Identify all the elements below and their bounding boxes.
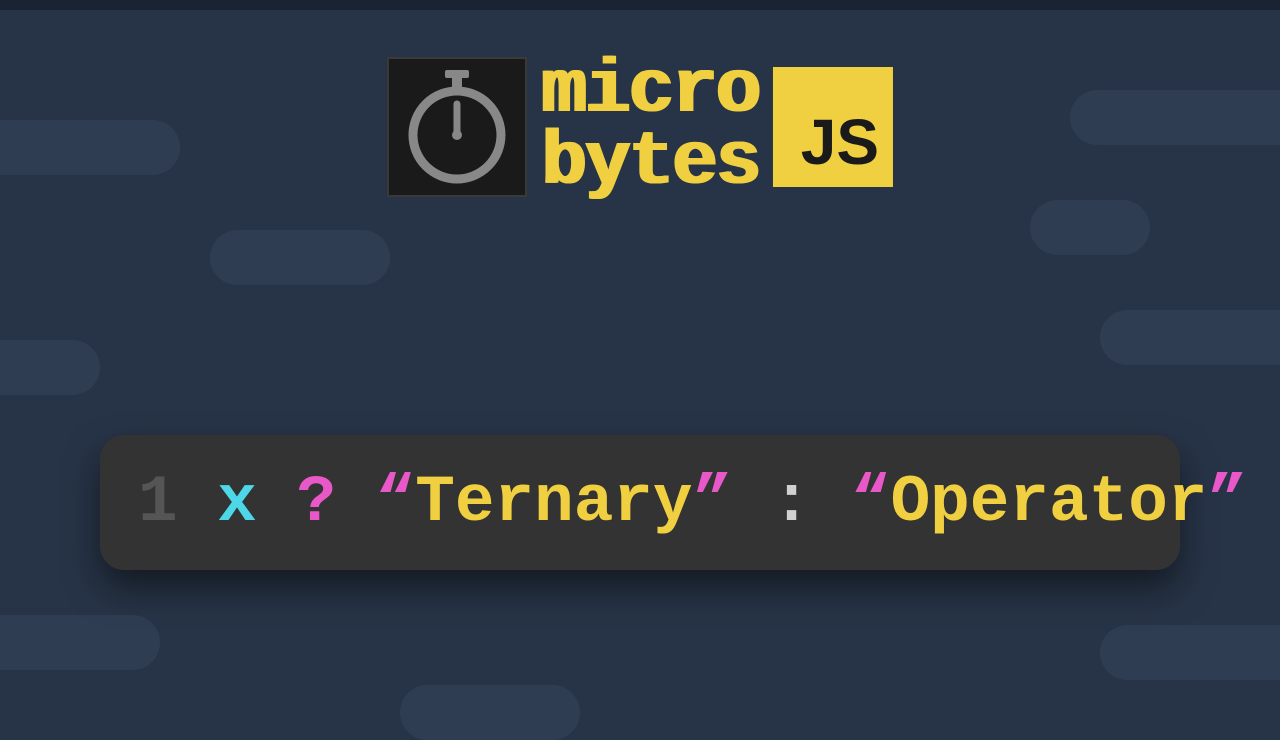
- logo-word-1: micro: [541, 55, 759, 127]
- top-bar: [0, 0, 1280, 10]
- stopwatch-icon-box: [387, 57, 527, 197]
- js-badge-text: JS: [801, 105, 879, 179]
- bg-decoration: [0, 615, 160, 670]
- bg-decoration: [0, 120, 180, 175]
- logo-text: micro bytes: [541, 55, 759, 199]
- code-open-quote: “: [376, 465, 416, 540]
- bg-decoration: [1100, 310, 1280, 365]
- code-block: 1 x ? “Ternary” : “Operator”: [100, 435, 1180, 570]
- bg-decoration: [210, 230, 390, 285]
- code-open-quote: “: [851, 465, 891, 540]
- code-string-1: Ternary: [415, 465, 692, 540]
- code-close-quote: ”: [693, 465, 733, 540]
- bg-decoration: [1100, 625, 1280, 680]
- logo-word-2: bytes: [541, 127, 759, 199]
- code-string-2: Operator: [891, 465, 1208, 540]
- line-number: 1: [138, 465, 178, 540]
- code-question-mark: ?: [296, 465, 336, 540]
- bg-decoration: [1070, 90, 1280, 145]
- code-close-quote: ”: [1207, 465, 1247, 540]
- code-line: 1 x ? “Ternary” : “Operator”: [138, 465, 1247, 540]
- bg-decoration: [1030, 200, 1150, 255]
- logo: micro bytes JS: [387, 55, 893, 199]
- code-colon: :: [772, 465, 812, 540]
- bg-decoration: [0, 340, 100, 395]
- bg-decoration: [400, 685, 580, 740]
- code-variable: x: [217, 465, 257, 540]
- stopwatch-icon: [407, 70, 507, 185]
- js-badge: JS: [773, 67, 893, 187]
